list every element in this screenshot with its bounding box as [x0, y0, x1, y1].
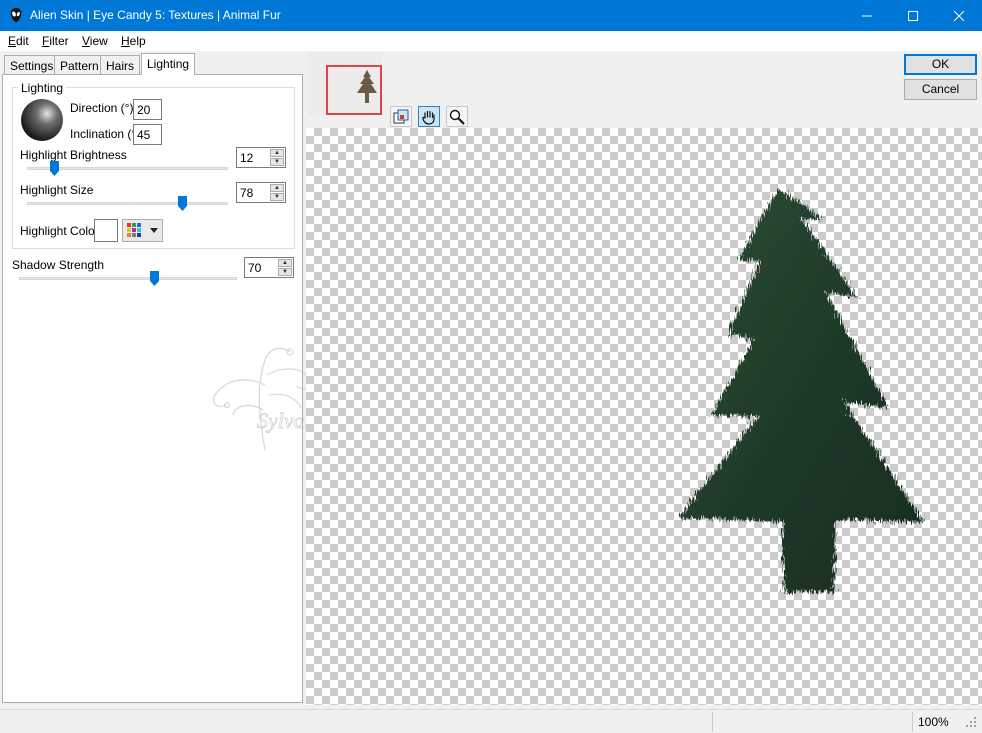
light-direction-sphere[interactable] — [20, 98, 64, 142]
highlight-size-spinbox[interactable]: 78 ▲ ▼ — [236, 182, 286, 203]
highlight-brightness-spin: ▲ ▼ — [270, 149, 284, 166]
highlight-color-label: Highlight Color — [20, 224, 99, 238]
bounding-box-icon — [393, 109, 409, 123]
maximize-button[interactable] — [890, 0, 936, 31]
status-divider — [712, 712, 713, 732]
ok-button[interactable]: OK — [904, 54, 977, 75]
color-palette-icon — [127, 223, 141, 237]
highlight-size-slider-thumb[interactable] — [178, 196, 187, 211]
window-title: Alien Skin | Eye Candy 5: Textures | Ani… — [30, 8, 281, 22]
resize-grip-icon[interactable] — [965, 716, 977, 728]
close-icon — [954, 10, 964, 21]
shadow-strength-slider-track[interactable] — [19, 277, 237, 280]
preview-canvas[interactable] — [306, 128, 982, 705]
shadow-strength-value: 70 — [248, 261, 262, 275]
title-bar: Alien Skin | Eye Candy 5: Textures | Ani… — [0, 0, 982, 31]
highlight-brightness-value: 12 — [240, 151, 254, 165]
highlight-color-swatch[interactable] — [94, 219, 118, 242]
zoom-level: 100% — [918, 715, 949, 729]
hand-pan-tool-button[interactable] — [418, 106, 440, 127]
highlight-size-spin: ▲ ▼ — [270, 184, 284, 201]
shadow-strength-spinbox[interactable]: 70 ▲ ▼ — [244, 257, 294, 278]
tab-pattern[interactable]: Pattern — [54, 55, 105, 74]
tab-hairs[interactable]: Hairs — [100, 55, 141, 74]
highlight-brightness-spinbox[interactable]: 12 ▲ ▼ — [236, 147, 286, 168]
cancel-button[interactable]: Cancel — [904, 79, 977, 100]
color-picker-dropdown[interactable] — [122, 219, 163, 242]
direction-label: Direction (°) — [70, 101, 134, 115]
minimize-icon — [862, 15, 872, 16]
tab-settings[interactable]: Settings — [4, 55, 60, 74]
zoom-tool-button[interactable] — [446, 106, 468, 127]
minimize-button[interactable] — [844, 0, 890, 31]
shadow-strength-label: Shadow Strength — [12, 258, 105, 272]
spin-down-arrow-icon[interactable]: ▼ — [278, 268, 292, 276]
spin-up-arrow-icon[interactable]: ▲ — [278, 259, 292, 267]
navigator-viewport-rect[interactable] — [326, 65, 382, 115]
chevron-down-icon — [150, 228, 158, 233]
fur-tree-preview-image — [678, 188, 924, 592]
spin-up-arrow-icon[interactable]: ▲ — [270, 149, 284, 157]
menu-bar: Edit Filter View Help — [0, 31, 982, 51]
inclination-input[interactable] — [133, 124, 162, 145]
shadow-strength-slider-thumb[interactable] — [150, 271, 159, 286]
spin-down-arrow-icon[interactable]: ▼ — [270, 193, 284, 201]
hand-pan-icon — [422, 110, 435, 125]
maximize-icon — [908, 10, 918, 21]
bounding-box-tool-button[interactable] — [390, 106, 412, 127]
spin-up-arrow-icon[interactable]: ▲ — [270, 184, 284, 192]
magnifier-zoom-icon — [449, 109, 465, 125]
highlight-size-slider-track[interactable] — [27, 202, 228, 205]
direction-input[interactable] — [133, 99, 162, 120]
highlight-size-value: 78 — [240, 186, 254, 200]
highlight-size-label: Highlight Size — [20, 183, 94, 197]
lighting-group-label: Lighting — [18, 81, 67, 95]
status-bar — [0, 709, 982, 733]
menu-filter[interactable]: Filter — [42, 34, 69, 48]
spin-down-arrow-icon[interactable]: ▼ — [270, 158, 284, 166]
menu-edit[interactable]: Edit — [8, 34, 29, 48]
highlight-brightness-label: Highlight Brightness — [20, 148, 127, 162]
tab-lighting[interactable]: Lighting — [141, 53, 196, 75]
status-divider — [912, 712, 913, 732]
shadow-strength-spin: ▲ ▼ — [278, 259, 292, 276]
inclination-label: Inclination (°) — [70, 127, 141, 141]
close-button[interactable] — [936, 0, 982, 31]
menu-view[interactable]: View — [82, 34, 108, 48]
menu-help[interactable]: Help — [121, 34, 146, 48]
alien-skin-icon — [10, 8, 22, 22]
highlight-brightness-slider-thumb[interactable] — [50, 161, 59, 176]
